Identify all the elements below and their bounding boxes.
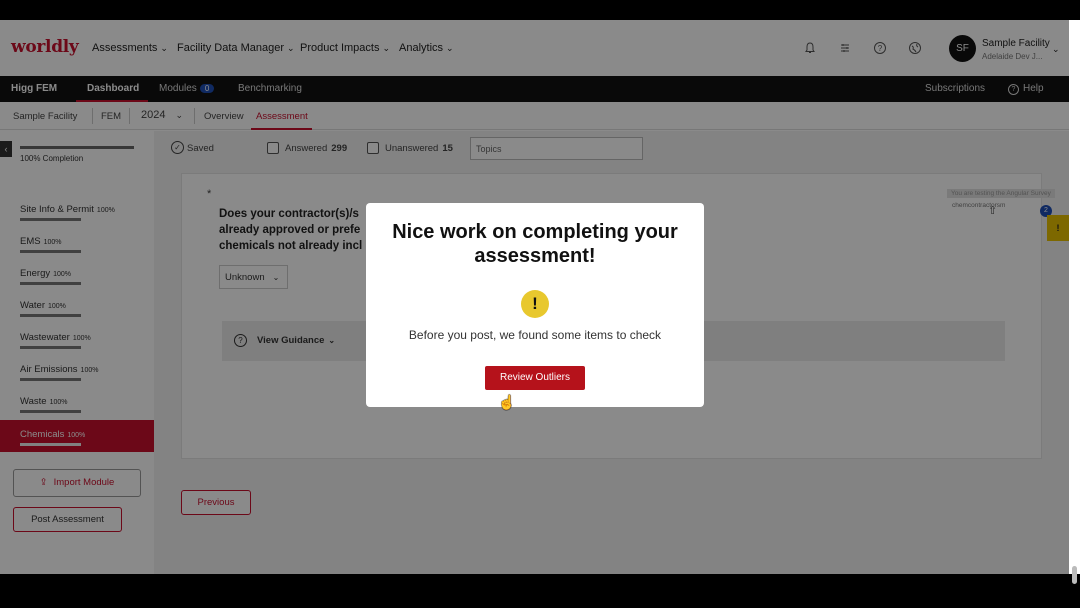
hand-cursor-icon: ☝ [498,394,516,410]
warning-icon: ! [521,290,549,318]
scrollbar-thumb[interactable] [1072,566,1077,584]
app-window: worldly Assessments ⌄ Facility Data Manag… [0,20,1069,574]
scrollbar-track[interactable] [1069,20,1080,574]
modal-message: Before you post, we found some items to … [408,328,662,342]
review-outliers-button[interactable]: Review Outliers [485,366,585,390]
completion-modal: Nice work on completing your assessment!… [366,203,704,407]
modal-title: Nice work on completing your assessment! [392,221,678,267]
